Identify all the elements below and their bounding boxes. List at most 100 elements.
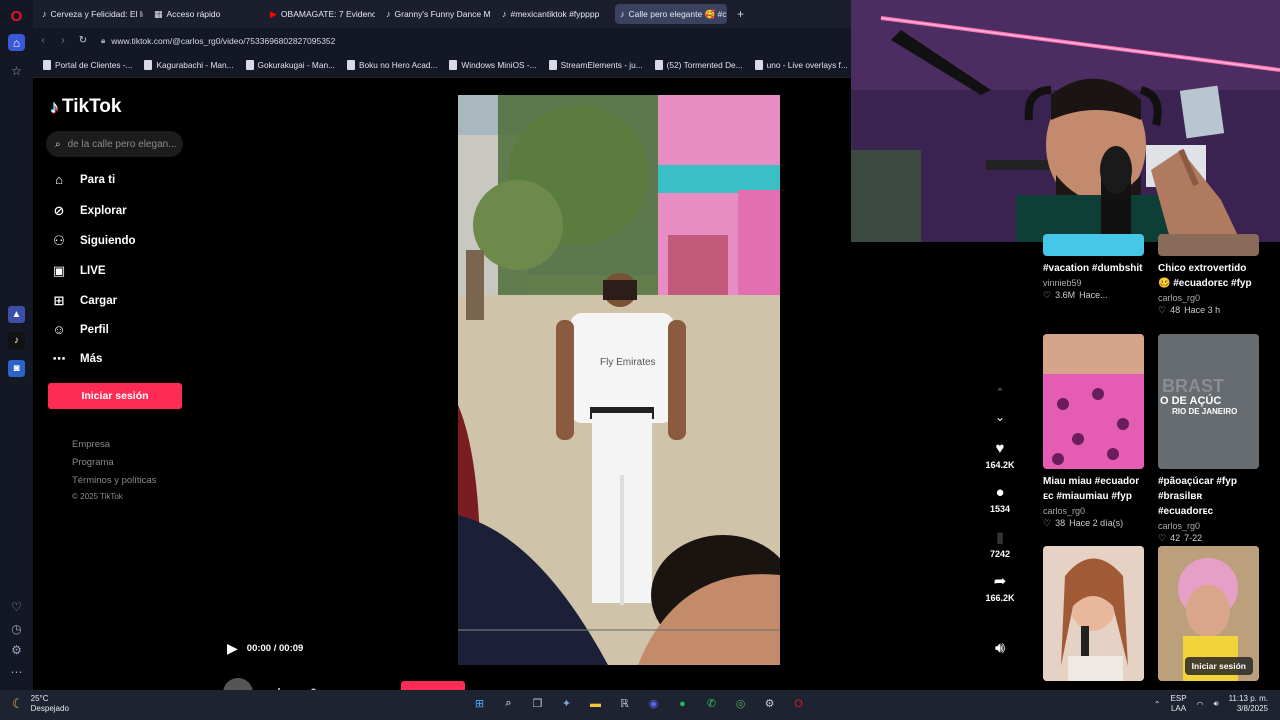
settings-icon[interactable]: ⚙	[8, 641, 25, 658]
language-indicator[interactable]: ESP LAA	[1171, 694, 1187, 714]
home-icon[interactable]: ⌂	[8, 34, 25, 51]
url-field[interactable]: 🔒︎ www.tiktok.com/@carlos_rg0/video/7533…	[101, 36, 335, 46]
nav-perfil[interactable]: ☺ Perfil	[51, 322, 108, 337]
video-card[interactable]: #vacation #dumbshit vinnieb59 ♡ 3.6M Hace.…	[1043, 234, 1144, 301]
play-icon[interactable]: ▶	[227, 640, 238, 657]
tab[interactable]: ▶ OBAMAGATE: 7 Evidencia	[265, 4, 375, 24]
card-meta: ♡ 48 Hace 3 h	[1158, 305, 1221, 315]
nav-explorar[interactable]: ⊘ Explorar	[51, 203, 127, 219]
chevron-up-icon[interactable]: ⌃	[966, 386, 1034, 399]
back-icon[interactable]: ‹	[33, 35, 53, 46]
weather-widget[interactable]: ☾ 25°C Despejado	[12, 694, 69, 714]
bookmark[interactable]: uno - Live overlays f...	[754, 60, 848, 70]
follow-button[interactable]	[401, 681, 465, 690]
tiktok-sidebar-icon[interactable]: ♪	[8, 332, 25, 349]
app-icon[interactable]: ℝ	[615, 694, 634, 713]
opera-icon[interactable]: O	[789, 694, 808, 713]
search-placeholder: de la calle pero elegan...	[67, 138, 177, 150]
tab[interactable]: ♪Cerveza y Felicidad: El Imp	[37, 4, 143, 24]
like-action[interactable]: ♥ 164.2K	[966, 440, 1034, 470]
reload-icon[interactable]: ↻	[73, 35, 93, 46]
login-button[interactable]: Iniciar sesión	[48, 383, 182, 409]
bookmark[interactable]: (52) Tormented De...	[654, 60, 743, 70]
settings-icon[interactable]: ⚙	[760, 694, 779, 713]
share-count: 166.2K	[985, 593, 1015, 603]
file-explorer-icon[interactable]: ▬	[586, 694, 605, 713]
footer-link-empresa[interactable]: Empresa	[72, 436, 156, 454]
speed-dial-icon[interactable]: ☆	[8, 62, 25, 79]
history-icon[interactable]: ◷	[8, 620, 25, 637]
save-action[interactable]: ▮ 7242	[966, 528, 1034, 559]
wifi-icon[interactable]: ◠	[1197, 700, 1204, 709]
app-icon[interactable]: ▲	[8, 306, 25, 323]
bookmark-icon: ▮	[995, 529, 1005, 546]
footer-links: Empresa Programa Términos y políticas © …	[72, 436, 156, 504]
video-player[interactable]: Fly Emirates	[458, 95, 780, 665]
video-thumbnail	[1043, 234, 1144, 256]
comment-action[interactable]: ● 1534	[966, 484, 1034, 514]
tab[interactable]: ▦ Acceso rápido	[149, 4, 259, 24]
search-input[interactable]: ⌕ de la calle pero elegan...	[46, 131, 183, 157]
new-tab-button[interactable]: +	[733, 7, 748, 21]
copilot-icon[interactable]: ✦	[557, 694, 576, 713]
task-view-icon[interactable]: ❐	[528, 694, 547, 713]
heart-icon: ♥	[995, 440, 1005, 457]
search-icon: ⌕	[55, 138, 61, 150]
chevron-down-icon[interactable]: ⌄	[966, 410, 1034, 424]
tab-label: Acceso rápido	[166, 9, 221, 19]
search-icon[interactable]: ⌕	[499, 694, 518, 713]
bookmark[interactable]: Boku no Hero Acad...	[347, 60, 437, 70]
windows-start-icon[interactable]: ⊞	[470, 694, 489, 713]
spotify-icon[interactable]: ●	[673, 694, 692, 713]
save-count: 7242	[989, 549, 1011, 559]
clock[interactable]: 11:13 p. m. 3/8/2025	[1229, 694, 1268, 714]
bookmark[interactable]: StreamElements - ju...	[548, 60, 643, 70]
forward-icon[interactable]: ›	[53, 35, 73, 46]
bookmark[interactable]: Gokurakugai - Man...	[245, 60, 335, 70]
discord-icon[interactable]: ◉	[644, 694, 663, 713]
nav-mas[interactable]: ⋯ Más	[51, 351, 103, 367]
video-card[interactable]: Chico extrovertido 🥴 #ecuadorᴇᴄ #fyp car…	[1158, 234, 1259, 316]
volume-icon[interactable]: 🔊︎	[966, 640, 1034, 658]
bookmark[interactable]: Portal de Clientes -...	[43, 60, 132, 70]
bookmark[interactable]: Kagurabachi - Man...	[144, 60, 234, 70]
whatsapp-icon[interactable]: ✆	[702, 694, 721, 713]
svg-text:O DE AÇÚC: O DE AÇÚC	[1160, 394, 1221, 407]
heart-icon[interactable]: ♡	[8, 598, 25, 615]
opera-logo-icon[interactable]: O	[8, 8, 25, 25]
bookmark-label: (52) Tormented De...	[666, 60, 743, 70]
nav-live[interactable]: ▣ LIVE	[51, 263, 106, 279]
avatar[interactable]	[223, 678, 253, 690]
video-card[interactable]: Iniciar sesión	[1158, 546, 1259, 681]
footer-link-programa[interactable]: Programa	[72, 454, 156, 472]
video-card[interactable]: BRAST O DE AÇÚC RIO DE JANEIRO #pãoaçúca…	[1158, 334, 1259, 544]
nav-cargar[interactable]: ⊞ Cargar	[51, 293, 118, 309]
share-action[interactable]: ➦ 166.2K	[966, 572, 1034, 603]
card-user: carlos_rg0	[1158, 293, 1201, 303]
grid-login-button[interactable]: Iniciar sesión	[1184, 657, 1253, 675]
tiktok-logo[interactable]: ♪ TikTok	[50, 96, 121, 118]
nav-siguiendo[interactable]: ⚇ Siguiendo	[51, 233, 135, 249]
grid-icon: ▦	[154, 8, 163, 19]
video-card[interactable]	[1043, 546, 1144, 681]
weather-text: Despejado	[30, 704, 69, 713]
footer-link-terminos[interactable]: Términos y políticas	[72, 472, 156, 490]
chevron-up-icon[interactable]: ⌃	[1154, 700, 1161, 709]
video-card[interactable]: Miau miau #ecuador ᴇᴄ #miaumiau #fyp car…	[1043, 334, 1144, 529]
bookmark[interactable]: Windows MiniOS -...	[449, 60, 537, 70]
chrome-icon[interactable]: ◎	[731, 694, 750, 713]
tab[interactable]: ♪ Granny's Funny Dance Mo	[381, 4, 491, 24]
thumbnail-art	[1043, 334, 1144, 469]
tab-active[interactable]: ♪ Calle pero elegante 🥰 #c	[615, 4, 727, 24]
card-title: Miau miau #ecuador ᴇᴄ #miaumiau #fyp	[1043, 476, 1140, 502]
shirt-text: Fly Emirates	[600, 357, 656, 368]
bookmark-label: StreamElements - ju...	[560, 60, 643, 70]
more-icon[interactable]: ⋯	[8, 663, 25, 680]
volume-icon[interactable]: 🔊︎	[1214, 699, 1219, 709]
instagram-icon[interactable]: ◙	[8, 360, 25, 377]
tab[interactable]: ♪ #mexicantiktok #fypppp	[497, 4, 609, 24]
video-thumbnail	[1158, 234, 1259, 256]
player-controls: ▶ 00:00 / 00:09	[227, 640, 303, 657]
bookmark-label: Gokurakugai - Man...	[257, 60, 335, 70]
nav-para-ti[interactable]: ⌂ Para ti	[51, 172, 115, 187]
